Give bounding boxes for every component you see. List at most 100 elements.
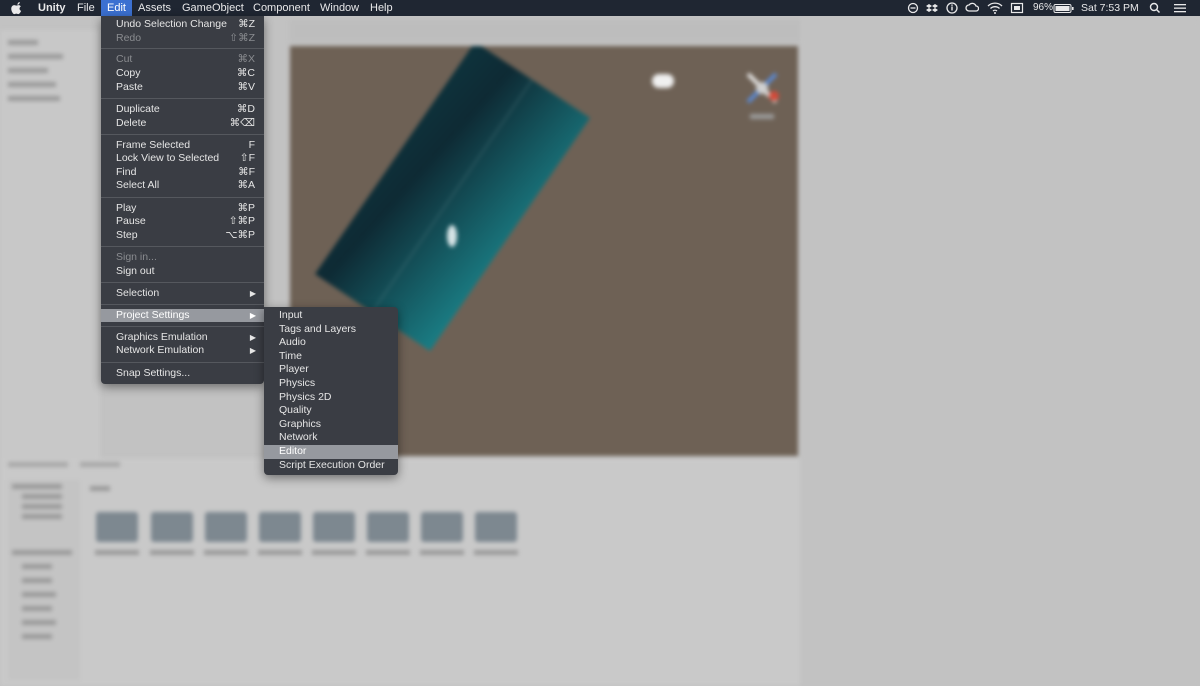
menu-item-label: Network Emulation xyxy=(116,344,205,356)
menu-item-label: Frame Selected xyxy=(116,138,191,151)
submenu-item-label: Time xyxy=(279,349,302,362)
menu-file[interactable]: File xyxy=(77,0,95,16)
edit-menu-dropdown: Undo Selection Change ⌘Z Redo ⇧⌘Z Cut ⌘X Co… xyxy=(101,16,264,384)
menu-separator xyxy=(101,134,264,135)
submenu-item-label: Network xyxy=(279,431,318,444)
scene-gizmo-icon[interactable] xyxy=(740,66,784,122)
menu-item-delete[interactable]: Delete ⌘⌫ xyxy=(101,117,264,131)
menu-item-label: Step xyxy=(116,228,138,241)
submenu-item-quality[interactable]: Quality xyxy=(264,404,398,418)
menu-item-label: Undo Selection Change xyxy=(116,18,227,30)
menu-item-label: Project Settings xyxy=(116,308,190,321)
submenu-item-label: Editor xyxy=(279,445,307,457)
menu-item-frame-selected[interactable]: Frame Selected F xyxy=(101,139,264,153)
menu-item-label: Play xyxy=(116,201,137,214)
menu-item-shortcut: ⌘Z xyxy=(238,18,255,30)
wifi-icon[interactable] xyxy=(987,0,1003,16)
submenu-item-network[interactable]: Network xyxy=(264,431,398,445)
menu-item-label: Selection xyxy=(116,286,160,299)
menu-list-icon[interactable] xyxy=(1173,0,1187,16)
menu-item-duplicate[interactable]: Duplicate ⌘D xyxy=(101,103,264,117)
menu-item-shortcut: ⌘⌫ xyxy=(229,116,255,129)
submenu-arrow-icon: ▶ xyxy=(249,310,256,320)
menu-help[interactable]: Help xyxy=(370,0,393,16)
menu-item-selection[interactable]: Selection ▶ xyxy=(101,287,264,301)
menu-bar: Unity File Edit Assets GameObject Compon… xyxy=(0,0,1200,16)
submenu-item-time[interactable]: Time xyxy=(264,350,398,364)
menu-item-pause[interactable]: Pause ⇧⌘P xyxy=(101,215,264,229)
do-not-disturb-icon[interactable] xyxy=(907,0,919,16)
menu-item-find[interactable]: Find ⌘F xyxy=(101,166,264,180)
submenu-arrow-icon: ▶ xyxy=(249,332,256,342)
menu-item-undo-selection-change[interactable]: Undo Selection Change ⌘Z xyxy=(101,18,264,32)
menu-assets[interactable]: Assets xyxy=(138,0,171,16)
dropbox-icon[interactable] xyxy=(926,0,938,16)
apple-icon[interactable] xyxy=(11,0,23,16)
submenu-arrow-icon: ▶ xyxy=(249,346,256,355)
menu-item-step[interactable]: Step ⌥⌘P xyxy=(101,229,264,243)
menu-item-redo[interactable]: Redo ⇧⌘Z xyxy=(101,32,264,46)
menu-item-copy[interactable]: Copy ⌘C xyxy=(101,67,264,81)
battery-icon[interactable] xyxy=(1053,0,1075,16)
submenu-item-label: Physics 2D xyxy=(279,390,332,403)
submenu-item-physics[interactable]: Physics xyxy=(264,377,398,391)
app-menu-unity[interactable]: Unity xyxy=(38,0,66,16)
submenu-item-label: Physics xyxy=(279,377,316,389)
hierarchy-panel xyxy=(0,30,100,460)
display-icon[interactable] xyxy=(1010,0,1024,16)
submenu-arrow-icon: ▶ xyxy=(249,288,256,298)
submenu-item-graphics[interactable]: Graphics xyxy=(264,418,398,432)
menu-item-label: Select All xyxy=(116,179,160,191)
menu-item-label: Pause xyxy=(116,215,146,227)
menu-item-project-settings[interactable]: Project Settings ▶ xyxy=(101,308,264,322)
menu-edit[interactable]: Edit xyxy=(101,0,132,16)
menu-item-lock-view-to-selected[interactable]: Lock View to Selected ⇧F xyxy=(101,152,264,166)
menu-separator xyxy=(101,362,264,363)
menu-item-shortcut: ⌘C xyxy=(236,67,255,79)
submenu-item-audio[interactable]: Audio xyxy=(264,336,398,350)
menu-item-shortcut: F xyxy=(248,138,255,151)
menu-item-shortcut: ⌘D xyxy=(236,103,255,115)
battery-percent: 96% xyxy=(1033,2,1054,13)
menu-item-label: Delete xyxy=(116,116,147,129)
menu-item-shortcut: ⌘P xyxy=(237,201,255,214)
clock[interactable]: Sat 7:53 PM xyxy=(1081,0,1139,16)
menu-item-paste[interactable]: Paste ⌘V xyxy=(101,81,264,95)
menu-item-label: Sign out xyxy=(116,264,155,277)
submenu-item-input[interactable]: Input xyxy=(264,309,398,323)
menu-item-shortcut: ⌘A xyxy=(237,179,255,191)
submenu-item-player[interactable]: Player xyxy=(264,363,398,377)
menu-item-snap-settings[interactable]: Snap Settings... xyxy=(101,367,264,381)
submenu-item-label: Script Execution Order xyxy=(279,458,385,471)
menu-item-sign-out[interactable]: Sign out xyxy=(101,265,264,279)
menu-item-label: Find xyxy=(116,165,137,178)
menu-item-label: Redo xyxy=(116,31,142,44)
menu-item-label: Lock View to Selected xyxy=(116,152,220,164)
submenu-item-label: Quality xyxy=(279,404,312,417)
submenu-item-tags-and-layers[interactable]: Tags and Layers xyxy=(264,323,398,337)
creative-cloud-icon[interactable] xyxy=(965,0,979,16)
submenu-item-script-execution-order[interactable]: Script Execution Order xyxy=(264,459,398,473)
menu-item-shortcut: ⌘V xyxy=(237,80,255,93)
search-icon[interactable] xyxy=(1149,0,1161,16)
submenu-item-label: Graphics xyxy=(279,417,322,430)
menu-gameobject[interactable]: GameObject xyxy=(182,0,244,16)
menu-item-label: Copy xyxy=(116,67,141,79)
menu-window[interactable]: Window xyxy=(320,0,359,16)
menu-item-graphics-emulation[interactable]: Graphics Emulation ▶ xyxy=(101,331,264,345)
menu-separator xyxy=(101,246,264,247)
inspector-panel xyxy=(800,20,1200,686)
menu-item-cut[interactable]: Cut ⌘X xyxy=(101,53,264,67)
menu-item-play[interactable]: Play ⌘P xyxy=(101,202,264,216)
menu-item-select-all[interactable]: Select All ⌘A xyxy=(101,179,264,193)
info-icon[interactable] xyxy=(946,0,958,16)
menu-item-sign-in[interactable]: Sign in... xyxy=(101,251,264,265)
submenu-item-editor[interactable]: Editor xyxy=(264,445,398,459)
menu-component[interactable]: Component xyxy=(253,0,310,16)
submenu-item-label: Audio xyxy=(279,336,306,349)
menu-separator xyxy=(101,304,264,305)
submenu-item-physics-2d[interactable]: Physics 2D xyxy=(264,391,398,405)
menu-item-shortcut: ⌘X xyxy=(237,53,255,65)
menu-item-network-emulation[interactable]: Network Emulation ▶ xyxy=(101,344,264,358)
submenu-item-label: Tags and Layers xyxy=(279,322,357,335)
